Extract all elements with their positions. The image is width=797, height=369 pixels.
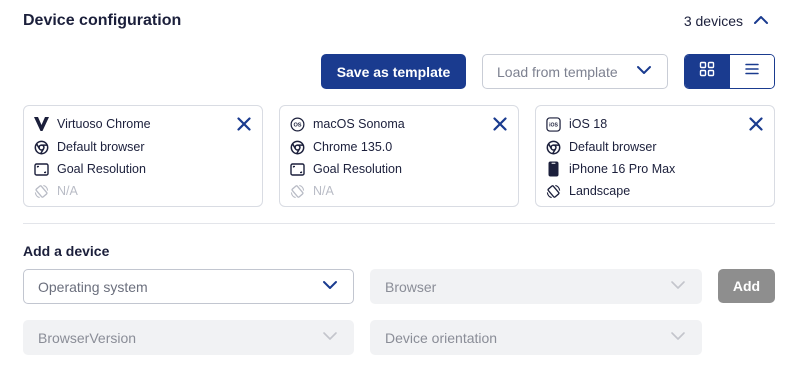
phone-icon: [545, 161, 561, 177]
browser-version-placeholder: BrowserVersion: [38, 329, 137, 346]
add-device-button: Add: [718, 269, 775, 303]
chevron-down-icon: [669, 327, 687, 348]
rotate-device-icon: [33, 183, 49, 199]
remove-device-close-icon[interactable]: [492, 116, 508, 132]
device-resolution-row: Goal Resolution: [289, 160, 402, 178]
browser-placeholder: Browser: [385, 278, 437, 295]
chevron-up-icon: [753, 12, 769, 31]
device-count-label: 3 devices: [683, 13, 743, 29]
ios-icon: iOS: [545, 116, 561, 132]
device-os-row: OS macOS Sonoma: [289, 115, 405, 133]
resolution-icon: [33, 161, 49, 177]
svg-text:OS: OS: [293, 122, 301, 128]
device-os-row: iOS iOS 18: [545, 115, 607, 133]
device-os-label: Virtuoso Chrome: [57, 117, 151, 131]
remove-device-close-icon[interactable]: [236, 116, 252, 132]
device-resolution-row: Goal Resolution: [33, 160, 146, 178]
device-orientation-row: N/A: [33, 182, 78, 200]
device-os-label: macOS Sonoma: [313, 117, 405, 131]
device-card: Virtuoso Chrome Default browser Goal Res…: [23, 105, 263, 207]
resolution-icon: [289, 161, 305, 177]
view-toggle: [684, 54, 775, 89]
device-browser-label: Default browser: [57, 140, 145, 154]
macos-icon: OS: [289, 116, 305, 132]
safari-browser-icon: [545, 139, 561, 155]
device-orientation-row: Landscape: [545, 182, 630, 200]
chrome-icon: [289, 139, 305, 155]
rotate-device-icon: [545, 183, 561, 199]
device-orientation-select: Device orientation: [370, 320, 702, 355]
device-browser-label: Default browser: [569, 140, 657, 154]
device-browser-row: Default browser: [545, 138, 657, 156]
device-orientation-placeholder: Device orientation: [385, 329, 498, 346]
load-from-template-placeholder: Load from template: [497, 63, 618, 80]
chevron-down-icon: [321, 327, 339, 348]
add-device-title: Add a device: [23, 243, 110, 259]
chevron-down-icon: [669, 276, 687, 297]
device-os-label: iOS 18: [569, 117, 608, 131]
device-orientation-row: N/A: [289, 182, 334, 200]
device-browser-label: Chrome 135.0: [313, 140, 393, 154]
rotate-device-icon: [289, 183, 305, 199]
browser-select: Browser: [370, 269, 702, 304]
load-from-template-select[interactable]: Load from template: [482, 54, 668, 89]
list-view-button[interactable]: [729, 55, 774, 88]
list-icon: [744, 61, 760, 82]
device-orientation-label: Landscape: [569, 184, 631, 198]
save-as-template-button[interactable]: Save as template: [321, 54, 466, 89]
remove-device-close-icon[interactable]: [748, 116, 764, 132]
device-card: OS macOS Sonoma Chrome 135.0 Goal Resolu…: [279, 105, 519, 207]
device-os-row: Virtuoso Chrome: [33, 115, 151, 133]
chevron-down-icon: [635, 61, 653, 82]
page-title: Device configuration: [23, 12, 182, 29]
device-orientation-label: N/A: [313, 184, 334, 198]
device-resolution-label: Goal Resolution: [57, 162, 146, 176]
chrome-icon: [33, 139, 49, 155]
svg-text:iOS: iOS: [549, 122, 558, 128]
device-resolution-label: iPhone 16 Pro Max: [569, 162, 676, 176]
device-browser-row: Chrome 135.0: [289, 138, 392, 156]
browser-version-select: BrowserVersion: [23, 320, 354, 355]
section-divider: [23, 223, 775, 224]
operating-system-select[interactable]: Operating system: [23, 269, 354, 304]
device-browser-row: Default browser: [33, 138, 145, 156]
chevron-down-icon: [321, 276, 339, 297]
virtuoso-logo-icon: [33, 116, 49, 132]
operating-system-placeholder: Operating system: [38, 278, 148, 295]
grid-view-button[interactable]: [685, 55, 730, 88]
device-card: iOS iOS 18 Default browser iPhone 16 Pro…: [535, 105, 775, 207]
device-resolution-label: Goal Resolution: [313, 162, 402, 176]
device-resolution-row: iPhone 16 Pro Max: [545, 160, 675, 178]
device-orientation-label: N/A: [57, 184, 78, 198]
device-count-toggle[interactable]: 3 devices: [684, 10, 769, 32]
grid-icon: [699, 61, 715, 82]
